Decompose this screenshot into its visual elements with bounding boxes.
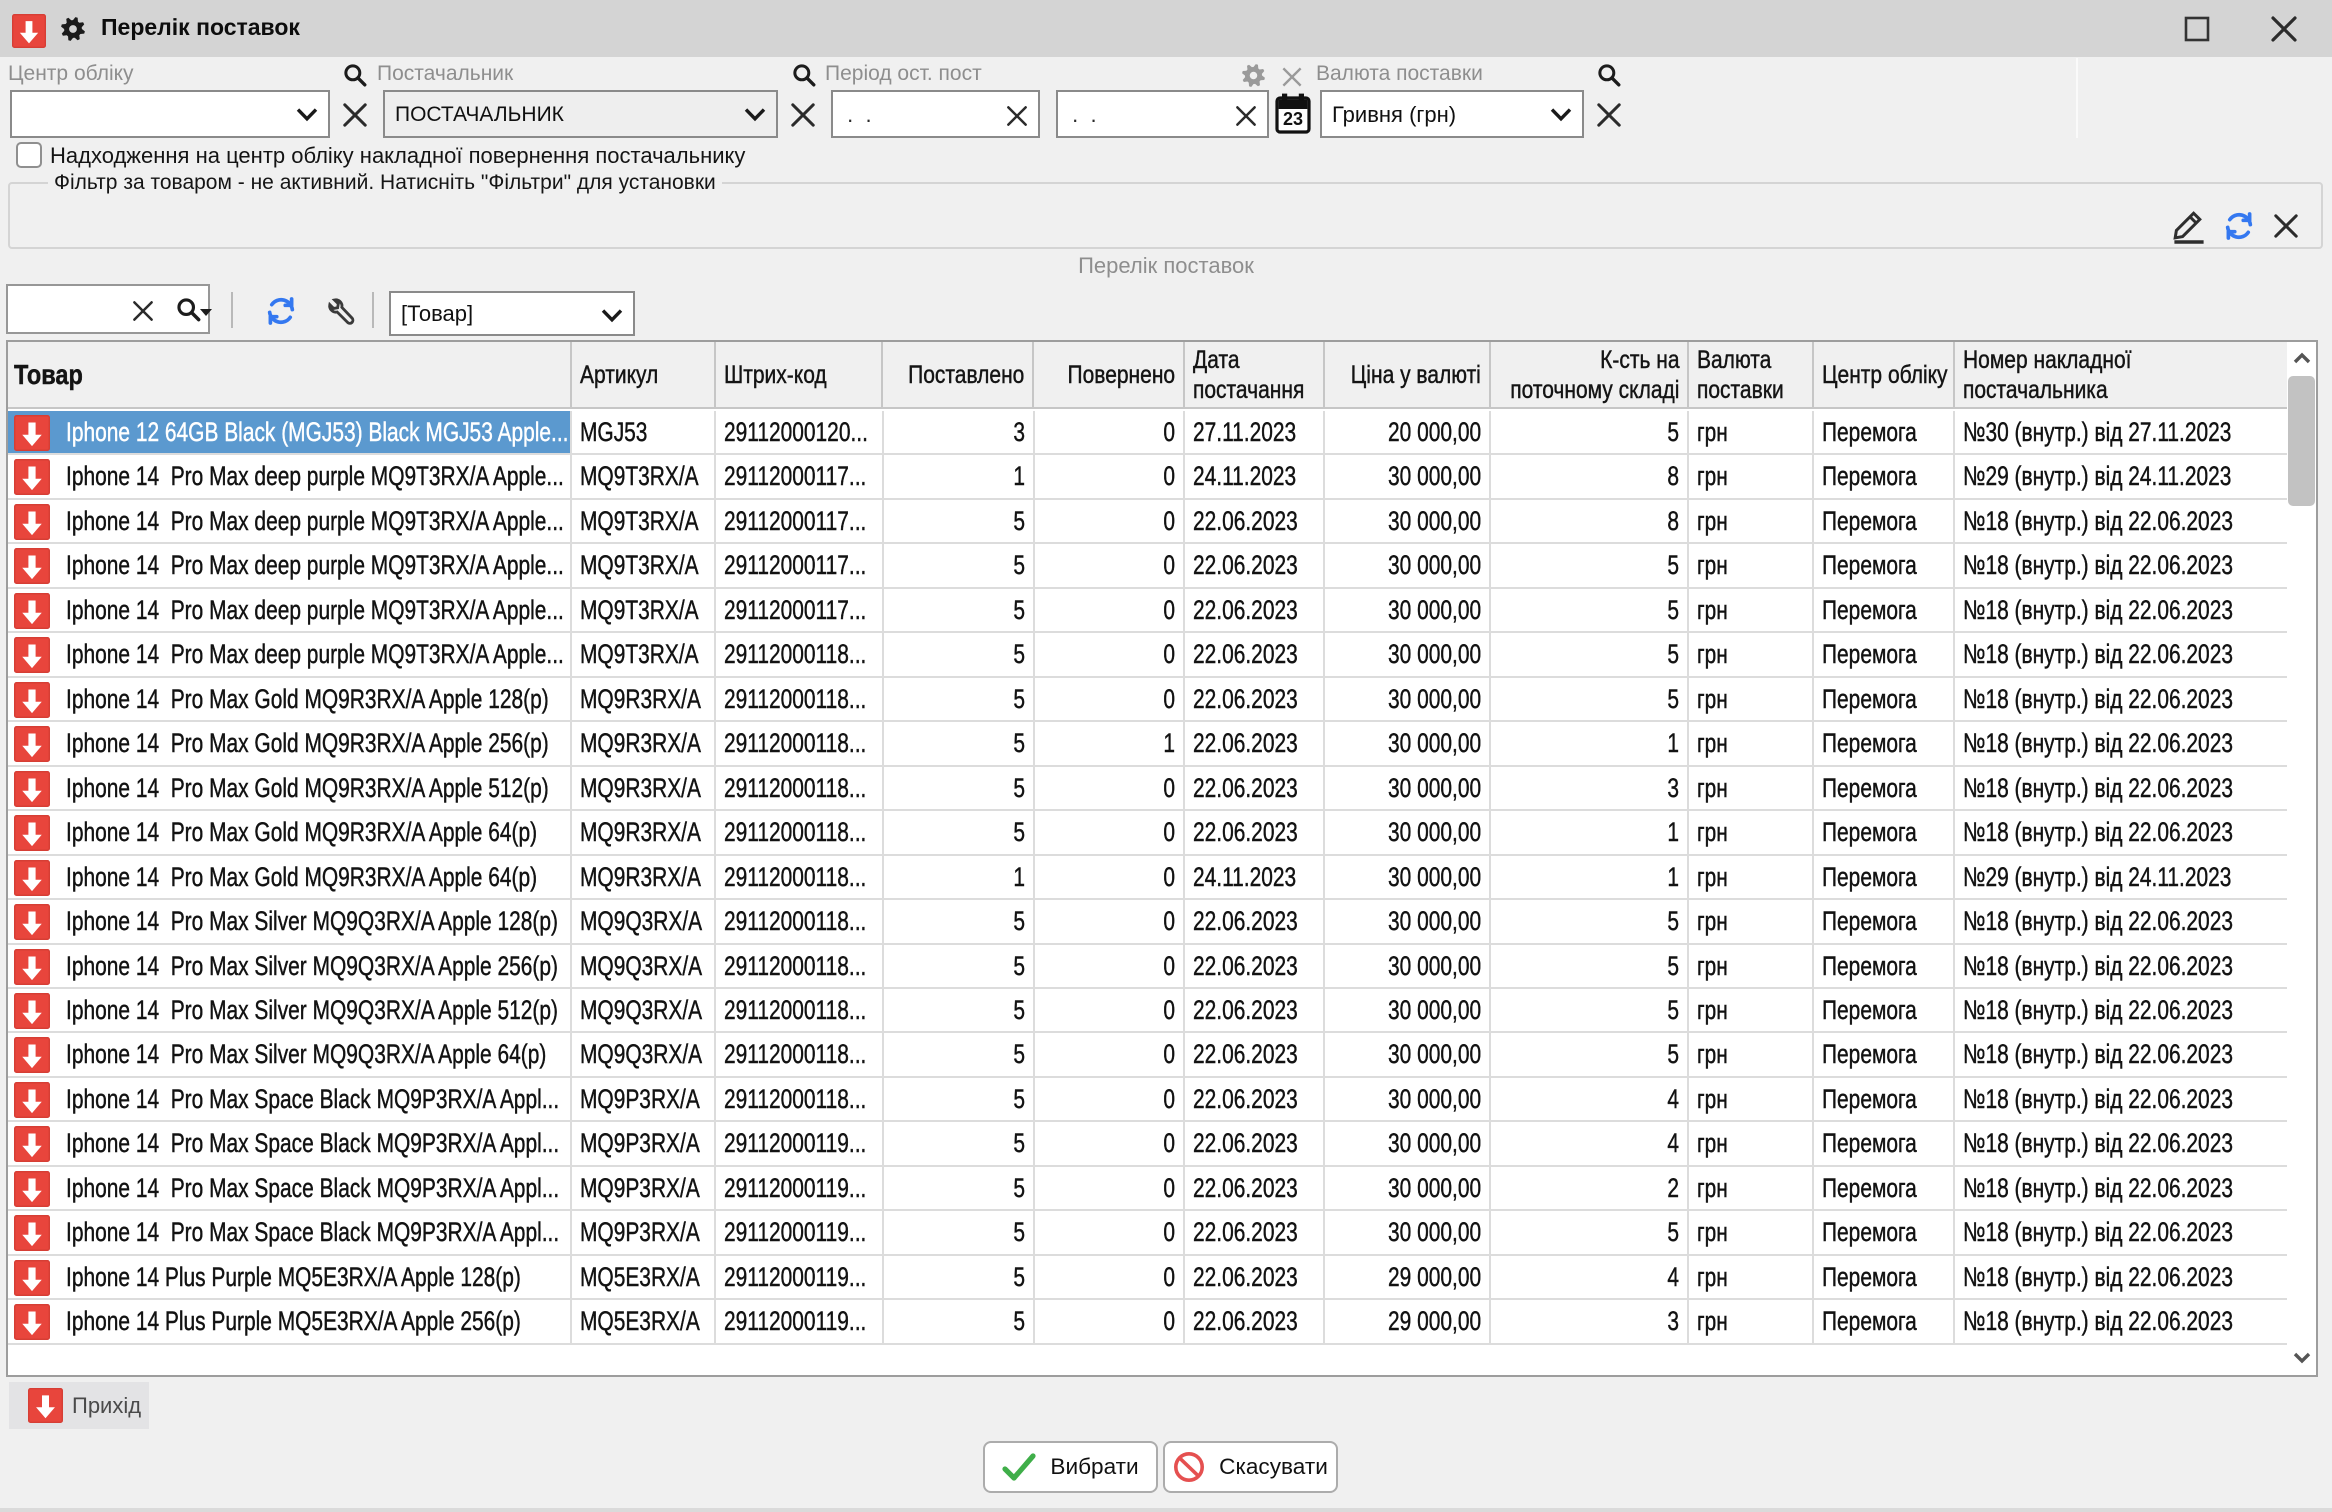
svg-text:23: 23 <box>1283 109 1303 129</box>
